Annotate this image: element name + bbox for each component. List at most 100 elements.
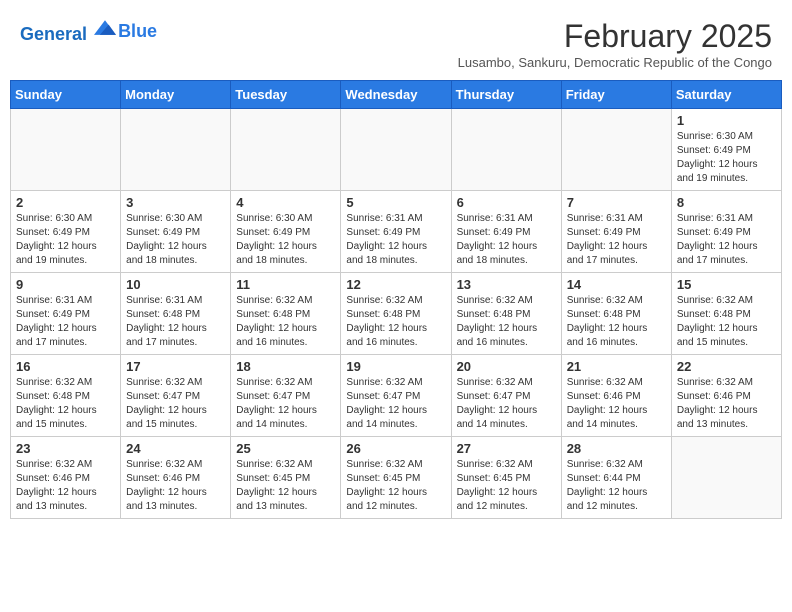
day-info: Sunrise: 6:32 AM Sunset: 6:47 PM Dayligh… — [236, 376, 335, 432]
day-info: Sunrise: 6:30 AM Sunset: 6:49 PM Dayligh… — [126, 212, 225, 268]
day-number: 21 — [567, 359, 666, 374]
day-number: 13 — [457, 277, 556, 292]
day-number: 14 — [567, 277, 666, 292]
day-number: 1 — [677, 113, 776, 128]
day-info: Sunrise: 6:32 AM Sunset: 6:47 PM Dayligh… — [126, 376, 225, 432]
day-info: Sunrise: 6:32 AM Sunset: 6:48 PM Dayligh… — [457, 294, 556, 350]
day-number: 3 — [126, 195, 225, 210]
calendar-cell: 12 Sunrise: 6:32 AM Sunset: 6:48 PM Dayli… — [341, 273, 451, 355]
day-info: Sunrise: 6:32 AM Sunset: 6:48 PM Dayligh… — [677, 294, 776, 350]
day-number: 6 — [457, 195, 556, 210]
calendar-cell: 19 Sunrise: 6:32 AM Sunset: 6:47 PM Dayli… — [341, 355, 451, 437]
calendar-cell: 8 Sunrise: 6:31 AM Sunset: 6:49 PM Daylig… — [671, 191, 781, 273]
day-number: 7 — [567, 195, 666, 210]
logo-blue: Blue — [118, 22, 157, 42]
day-info: Sunrise: 6:32 AM Sunset: 6:46 PM Dayligh… — [567, 376, 666, 432]
calendar-cell: 5Sunrise: 6:31 AM Sunset: 6:49 PM Daylig… — [341, 191, 451, 273]
day-info: Sunrise: 6:32 AM Sunset: 6:48 PM Dayligh… — [346, 294, 445, 350]
day-info: Sunrise: 6:32 AM Sunset: 6:45 PM Dayligh… — [457, 458, 556, 514]
day-number: 8 — [677, 195, 776, 210]
calendar-cell: 25Sunrise: 6:32 AM Sunset: 6:45 PM Dayli… — [231, 437, 341, 519]
calendar-cell: 23 Sunrise: 6:32 AM Sunset: 6:46 PM Dayli… — [11, 437, 121, 519]
day-number: 16 — [16, 359, 115, 374]
day-number: 10 — [126, 277, 225, 292]
calendar-cell: 10 Sunrise: 6:31 AM Sunset: 6:48 PM Dayli… — [121, 273, 231, 355]
day-number: 9 — [16, 277, 115, 292]
day-number: 26 — [346, 441, 445, 456]
column-header-thursday: Thursday — [451, 81, 561, 109]
day-info: Sunrise: 6:30 AM Sunset: 6:49 PM Dayligh… — [236, 212, 335, 268]
day-info: Sunrise: 6:32 AM Sunset: 6:48 PM Dayligh… — [16, 376, 115, 432]
calendar-cell: 6 Sunrise: 6:31 AM Sunset: 6:49 PM Daylig… — [451, 191, 561, 273]
column-header-saturday: Saturday — [671, 81, 781, 109]
calendar-cell: 27Sunrise: 6:32 AM Sunset: 6:45 PM Dayli… — [451, 437, 561, 519]
calendar-cell: 15 Sunrise: 6:32 AM Sunset: 6:48 PM Dayli… — [671, 273, 781, 355]
day-info: Sunrise: 6:32 AM Sunset: 6:46 PM Dayligh… — [16, 458, 115, 514]
week-row-2: 9 Sunrise: 6:31 AM Sunset: 6:49 PM Daylig… — [11, 273, 782, 355]
day-number: 4 — [236, 195, 335, 210]
logo-icon — [94, 18, 116, 40]
day-number: 17 — [126, 359, 225, 374]
day-info: Sunrise: 6:32 AM Sunset: 6:48 PM Dayligh… — [236, 294, 335, 350]
logo-text: General — [20, 18, 116, 45]
calendar-cell: 7 Sunrise: 6:31 AM Sunset: 6:49 PM Daylig… — [561, 191, 671, 273]
calendar-cell: 28 Sunrise: 6:32 AM Sunset: 6:44 PM Dayli… — [561, 437, 671, 519]
calendar-cell — [231, 109, 341, 191]
calendar-cell — [561, 109, 671, 191]
day-info: Sunrise: 6:31 AM Sunset: 6:49 PM Dayligh… — [677, 212, 776, 268]
day-number: 23 — [16, 441, 115, 456]
week-row-1: 2Sunrise: 6:30 AM Sunset: 6:49 PM Daylig… — [11, 191, 782, 273]
day-info: Sunrise: 6:32 AM Sunset: 6:46 PM Dayligh… — [126, 458, 225, 514]
day-info: Sunrise: 6:31 AM Sunset: 6:49 PM Dayligh… — [457, 212, 556, 268]
day-number: 11 — [236, 277, 335, 292]
calendar-cell — [451, 109, 561, 191]
column-header-monday: Monday — [121, 81, 231, 109]
day-info: Sunrise: 6:32 AM Sunset: 6:45 PM Dayligh… — [236, 458, 335, 514]
calendar-cell: 2Sunrise: 6:30 AM Sunset: 6:49 PM Daylig… — [11, 191, 121, 273]
day-number: 5 — [346, 195, 445, 210]
calendar-cell: 3 Sunrise: 6:30 AM Sunset: 6:49 PM Daylig… — [121, 191, 231, 273]
day-info: Sunrise: 6:32 AM Sunset: 6:47 PM Dayligh… — [346, 376, 445, 432]
day-number: 12 — [346, 277, 445, 292]
calendar-cell — [341, 109, 451, 191]
day-number: 20 — [457, 359, 556, 374]
day-number: 18 — [236, 359, 335, 374]
calendar-cell: 18 Sunrise: 6:32 AM Sunset: 6:47 PM Dayli… — [231, 355, 341, 437]
day-info: Sunrise: 6:32 AM Sunset: 6:44 PM Dayligh… — [567, 458, 666, 514]
day-number: 24 — [126, 441, 225, 456]
calendar-header-row: SundayMondayTuesdayWednesdayThursdayFrid… — [11, 81, 782, 109]
day-number: 22 — [677, 359, 776, 374]
day-info: Sunrise: 6:32 AM Sunset: 6:48 PM Dayligh… — [567, 294, 666, 350]
header: General Blue February 2025 Lusambo, Sank… — [10, 10, 782, 74]
calendar-cell: 22 Sunrise: 6:32 AM Sunset: 6:46 PM Dayli… — [671, 355, 781, 437]
week-row-0: 1 Sunrise: 6:30 AM Sunset: 6:49 PM Daylig… — [11, 109, 782, 191]
calendar-cell: 1 Sunrise: 6:30 AM Sunset: 6:49 PM Daylig… — [671, 109, 781, 191]
day-info: Sunrise: 6:30 AM Sunset: 6:49 PM Dayligh… — [16, 212, 115, 268]
column-header-sunday: Sunday — [11, 81, 121, 109]
calendar-cell: 21 Sunrise: 6:32 AM Sunset: 6:46 PM Dayli… — [561, 355, 671, 437]
day-number: 28 — [567, 441, 666, 456]
month-title: February 2025 — [458, 18, 772, 55]
day-info: Sunrise: 6:31 AM Sunset: 6:49 PM Dayligh… — [16, 294, 115, 350]
calendar-cell: 4 Sunrise: 6:30 AM Sunset: 6:49 PM Daylig… — [231, 191, 341, 273]
day-info: Sunrise: 6:30 AM Sunset: 6:49 PM Dayligh… — [677, 130, 776, 186]
column-header-wednesday: Wednesday — [341, 81, 451, 109]
calendar-cell: 24 Sunrise: 6:32 AM Sunset: 6:46 PM Dayli… — [121, 437, 231, 519]
day-info: Sunrise: 6:32 AM Sunset: 6:45 PM Dayligh… — [346, 458, 445, 514]
day-info: Sunrise: 6:31 AM Sunset: 6:49 PM Dayligh… — [567, 212, 666, 268]
column-header-tuesday: Tuesday — [231, 81, 341, 109]
day-info: Sunrise: 6:31 AM Sunset: 6:48 PM Dayligh… — [126, 294, 225, 350]
subtitle: Lusambo, Sankuru, Democratic Republic of… — [458, 55, 772, 70]
calendar-cell: 9 Sunrise: 6:31 AM Sunset: 6:49 PM Daylig… — [11, 273, 121, 355]
calendar-cell: 11 Sunrise: 6:32 AM Sunset: 6:48 PM Dayli… — [231, 273, 341, 355]
calendar-cell: 26 Sunrise: 6:32 AM Sunset: 6:45 PM Dayli… — [341, 437, 451, 519]
calendar-cell: 13 Sunrise: 6:32 AM Sunset: 6:48 PM Dayli… — [451, 273, 561, 355]
day-number: 15 — [677, 277, 776, 292]
day-number: 19 — [346, 359, 445, 374]
day-info: Sunrise: 6:32 AM Sunset: 6:46 PM Dayligh… — [677, 376, 776, 432]
column-header-friday: Friday — [561, 81, 671, 109]
title-area: February 2025 Lusambo, Sankuru, Democrat… — [458, 18, 772, 70]
calendar-cell: 17 Sunrise: 6:32 AM Sunset: 6:47 PM Dayli… — [121, 355, 231, 437]
week-row-3: 16 Sunrise: 6:32 AM Sunset: 6:48 PM Dayli… — [11, 355, 782, 437]
calendar-cell — [11, 109, 121, 191]
